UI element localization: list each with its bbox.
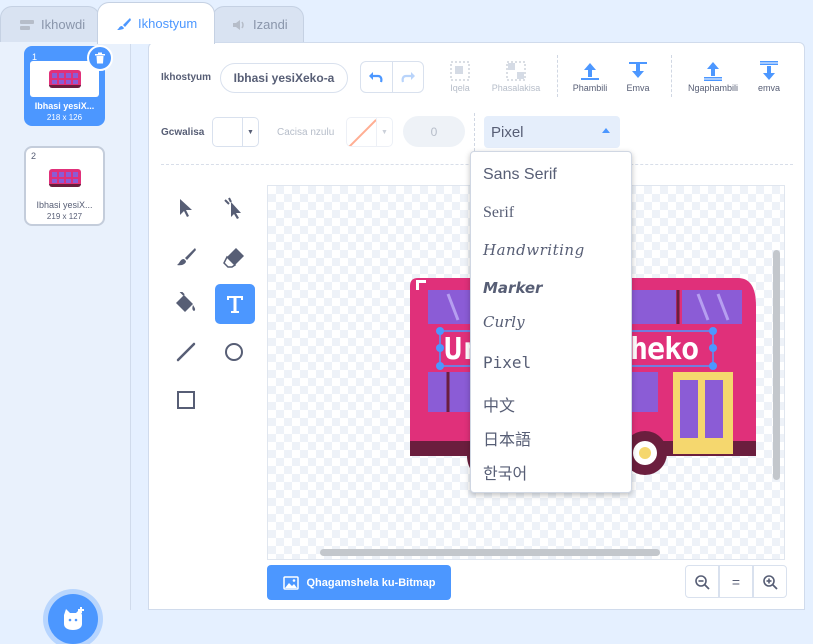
group-icon	[450, 61, 470, 81]
costume-item-2[interactable]: 2 Ibhasi yesiX... 219 x 127	[24, 146, 105, 226]
font-dropdown-menu: Sans Serif Serif Handwriting Marker Curl…	[470, 151, 632, 493]
horizontal-scrollbar[interactable]	[320, 549, 660, 556]
vertical-scrollbar[interactable]	[773, 250, 780, 480]
costume-size: 218 x 126	[46, 113, 83, 122]
undo-icon	[369, 72, 383, 83]
bus-text-right: heko	[630, 332, 699, 367]
font-option-handwriting[interactable]: Handwriting	[483, 241, 585, 259]
back-icon	[760, 61, 778, 80]
undo-redo-group	[360, 61, 424, 93]
redo-icon	[401, 72, 415, 83]
front-button[interactable]: Ngaphambili	[683, 59, 743, 99]
outline-width-input[interactable]: 0	[403, 116, 465, 147]
fill-label: Gcwalisa	[161, 127, 205, 138]
costume-thumbnail	[30, 61, 99, 97]
forward-icon	[581, 63, 599, 80]
paintbrush-icon	[117, 17, 131, 30]
costume-thumbnail	[29, 160, 100, 196]
backward-label: Emva	[626, 83, 650, 93]
ungroup-icon	[506, 61, 526, 81]
zoom-out-icon	[695, 574, 710, 590]
group-label: Iqela	[450, 83, 470, 93]
ungroup-label: Phasalakisa	[491, 83, 541, 93]
group-button[interactable]: Iqela	[430, 59, 490, 99]
editor-tabs: Ikhowdi Ikhostyum Izandi	[0, 0, 813, 44]
code-icon	[20, 19, 34, 30]
back-label: emva	[757, 83, 780, 93]
trash-icon	[95, 52, 105, 64]
font-option-korean[interactable]: 한국어	[483, 460, 527, 484]
zoom-reset-button[interactable]: =	[719, 565, 753, 598]
circle-icon	[225, 343, 243, 361]
select-tool[interactable]	[166, 188, 206, 228]
paint-bucket-icon	[176, 292, 196, 312]
back-button[interactable]: emva	[739, 59, 799, 99]
tab-costumes-label: Ikhostyum	[138, 16, 198, 31]
costume-name-input[interactable]: Ibhasi yesiXeko-a	[220, 63, 348, 93]
brush-icon	[177, 248, 196, 266]
font-option-pixel[interactable]: Pixel	[483, 353, 531, 372]
outline-color-swatch	[347, 118, 377, 146]
font-dropdown[interactable]: Pixel	[484, 116, 620, 148]
brush-tool[interactable]	[166, 237, 206, 277]
reshape-icon	[224, 197, 241, 219]
line-tool[interactable]	[166, 332, 206, 372]
equals-icon: =	[731, 573, 741, 590]
chevron-down-icon: ▼	[247, 128, 254, 136]
reshape-tool[interactable]	[214, 188, 254, 228]
convert-to-bitmap-label: Qhagamshela ku-Bitmap	[306, 576, 436, 589]
ungroup-button[interactable]: Phasalakisa	[486, 59, 546, 99]
zoom-out-button[interactable]	[685, 565, 719, 598]
costume-label: Ikhostyum	[161, 72, 212, 83]
tab-code-label: Ikhowdi	[41, 17, 86, 32]
backward-icon	[629, 62, 647, 78]
text-tool[interactable]	[215, 284, 255, 324]
zoom-controls: =	[685, 565, 787, 598]
fill-color-swatch	[213, 118, 243, 146]
zoom-in-icon	[763, 574, 778, 590]
undo-button[interactable]	[361, 62, 393, 92]
tab-sounds-label: Izandi	[253, 17, 288, 32]
line-icon	[176, 342, 196, 362]
convert-to-bitmap-button[interactable]: Qhagamshela ku-Bitmap	[267, 565, 451, 600]
font-dropdown-value: Pixel	[491, 123, 524, 141]
add-costume-button[interactable]	[48, 594, 98, 644]
front-icon	[704, 62, 722, 81]
backward-button[interactable]: Emva	[608, 59, 668, 99]
rectangle-icon	[177, 391, 195, 409]
costume-name: Ibhasi yesiX...	[36, 200, 93, 210]
tab-sounds[interactable]: Izandi	[212, 6, 304, 42]
font-option-curly[interactable]: Curly	[483, 313, 525, 331]
tab-costumes[interactable]: Ikhostyum	[97, 2, 215, 44]
font-option-sans-serif[interactable]: Sans Serif	[483, 166, 557, 184]
zoom-in-button[interactable]	[753, 565, 787, 598]
chevron-down-icon: ▼	[381, 128, 388, 136]
tab-code[interactable]: Ikhowdi	[0, 6, 100, 42]
eraser-tool[interactable]	[214, 237, 254, 277]
circle-tool[interactable]	[214, 332, 254, 372]
forward-label: Phambili	[572, 83, 608, 93]
font-option-chinese[interactable]: 中文	[483, 392, 515, 416]
costume-name: Ibhasi yesiX...	[34, 101, 95, 111]
fill-tool[interactable]	[166, 284, 206, 324]
font-option-japanese[interactable]: 日本語	[483, 426, 531, 450]
image-icon	[282, 575, 299, 590]
costume-size: 219 x 127	[46, 212, 83, 221]
chevron-up-icon	[602, 128, 610, 133]
outline-color-picker[interactable]: ▼	[346, 117, 393, 147]
eraser-icon	[223, 248, 244, 268]
costume-list: 1 Ibhasi yesiX... 218 x 126 2 Ibhasi yes…	[0, 42, 131, 644]
arrow-cursor-icon	[180, 199, 192, 217]
text-t-icon	[227, 296, 243, 313]
delete-costume-button[interactable]	[87, 45, 113, 71]
redo-button[interactable]	[393, 62, 424, 92]
outline-label: Cacisa nzulu	[277, 127, 335, 138]
speaker-icon	[233, 19, 244, 30]
rectangle-tool[interactable]	[166, 380, 206, 420]
front-label: Ngaphambili	[687, 83, 739, 93]
font-option-serif[interactable]: Serif	[483, 204, 514, 222]
fill-color-picker[interactable]: ▼	[212, 117, 259, 147]
font-option-marker[interactable]: Marker	[483, 279, 542, 297]
